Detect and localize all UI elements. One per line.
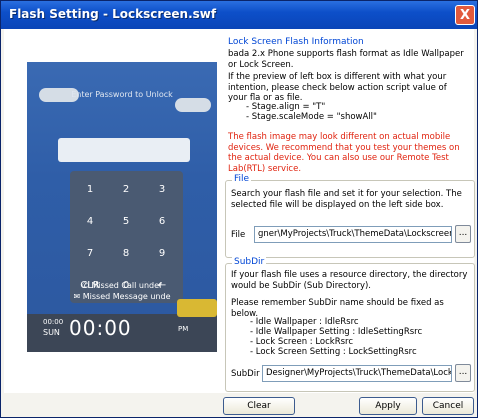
- file-label: File: [231, 230, 246, 240]
- clock-day: SUN: [43, 328, 60, 337]
- apply-button[interactable]: Apply: [359, 397, 417, 415]
- subdir-group-title: SubDir: [232, 257, 267, 267]
- subdir-browse-button[interactable]: ...: [455, 364, 471, 382]
- subdir-label: SubDir: [231, 369, 260, 379]
- subdir-path-input[interactable]: Designer\MyProjects\Truck\ThemeData\Lock…: [262, 365, 452, 382]
- info-line1: bada 2.x Phone supports flash format as …: [228, 49, 464, 70]
- subdir-item: - Lock Screen : LockRsrc: [250, 337, 354, 347]
- stage-scalemode: - Stage.scaleMode = "showAll": [246, 112, 377, 122]
- clock-time: 00:00: [69, 316, 132, 340]
- file-group-title: File: [232, 174, 252, 184]
- envelope-icon: ✉: [73, 292, 83, 301]
- flash-setting-window: Flash Setting - Lockscreen.swf X Enter P…: [0, 0, 478, 418]
- key-2: 2: [122, 184, 130, 195]
- subdir-description: If your flash file uses a resource direc…: [231, 270, 468, 291]
- missed-message-text: ✉ Missed Message unde: [73, 292, 171, 301]
- info-group: Lock Screen Flash Information bada 2.x P…: [222, 37, 474, 177]
- cancel-button[interactable]: Cancel: [422, 397, 474, 415]
- password-box: [58, 138, 190, 162]
- truck-image: [177, 299, 217, 317]
- cloud-right: [175, 98, 211, 112]
- file-browse-button[interactable]: ...: [455, 225, 471, 243]
- subdir-item: - Lock Screen Setting : LockSettingRsrc: [250, 347, 417, 357]
- key-3: 3: [158, 184, 166, 195]
- subdir-item: - Idle Wallpaper : IdleRsrc: [250, 317, 359, 327]
- clock-small-time: 00:00: [43, 318, 64, 326]
- file-description: Search your flash file and set it for yo…: [231, 189, 462, 210]
- subdir-group: SubDir If your flash file uses a resourc…: [225, 257, 475, 392]
- info-line2: If the preview of left box is different …: [228, 72, 447, 103]
- info-group-title: Lock Screen Flash Information: [226, 37, 366, 47]
- clock-pm: PM: [178, 325, 189, 333]
- key-1: 1: [86, 184, 94, 195]
- warning-text: The flash image may look different on ac…: [228, 132, 460, 174]
- title-bar[interactable]: Flash Setting - Lockscreen.swf X: [1, 1, 477, 29]
- stage-align: - Stage.align = "T": [246, 102, 326, 112]
- key-7: 7: [86, 248, 94, 259]
- subdir-item: - Idle Wallpaper Setting : IdleSettingRs…: [250, 327, 423, 337]
- close-button[interactable]: X: [455, 5, 475, 25]
- file-group: File Search your flash file and set it f…: [225, 174, 475, 258]
- settings-panel: Lock Screen Flash Information bada 2.x P…: [222, 36, 478, 392]
- button-bar: Clear Apply Cancel: [4, 393, 474, 416]
- key-5: 5: [122, 216, 130, 227]
- missed-call-text: ✆ Missed Call undef: [82, 281, 162, 290]
- window-title: Flash Setting - Lockscreen.swf: [9, 7, 217, 21]
- flash-preview: Enter Password to Unlock 1 2 3 4 5 6 7 8…: [27, 62, 217, 352]
- key-6: 6: [158, 216, 166, 227]
- unlock-prompt: Enter Password to Unlock: [71, 90, 173, 99]
- subdir-note: Please remember SubDir name should be fi…: [231, 298, 444, 319]
- key-9: 9: [158, 248, 166, 259]
- clear-button[interactable]: Clear: [223, 397, 295, 415]
- file-path-input[interactable]: gner\MyProjects\Truck\ThemeData\Lockscre…: [254, 226, 452, 243]
- key-4: 4: [86, 216, 94, 227]
- key-8: 8: [122, 248, 130, 259]
